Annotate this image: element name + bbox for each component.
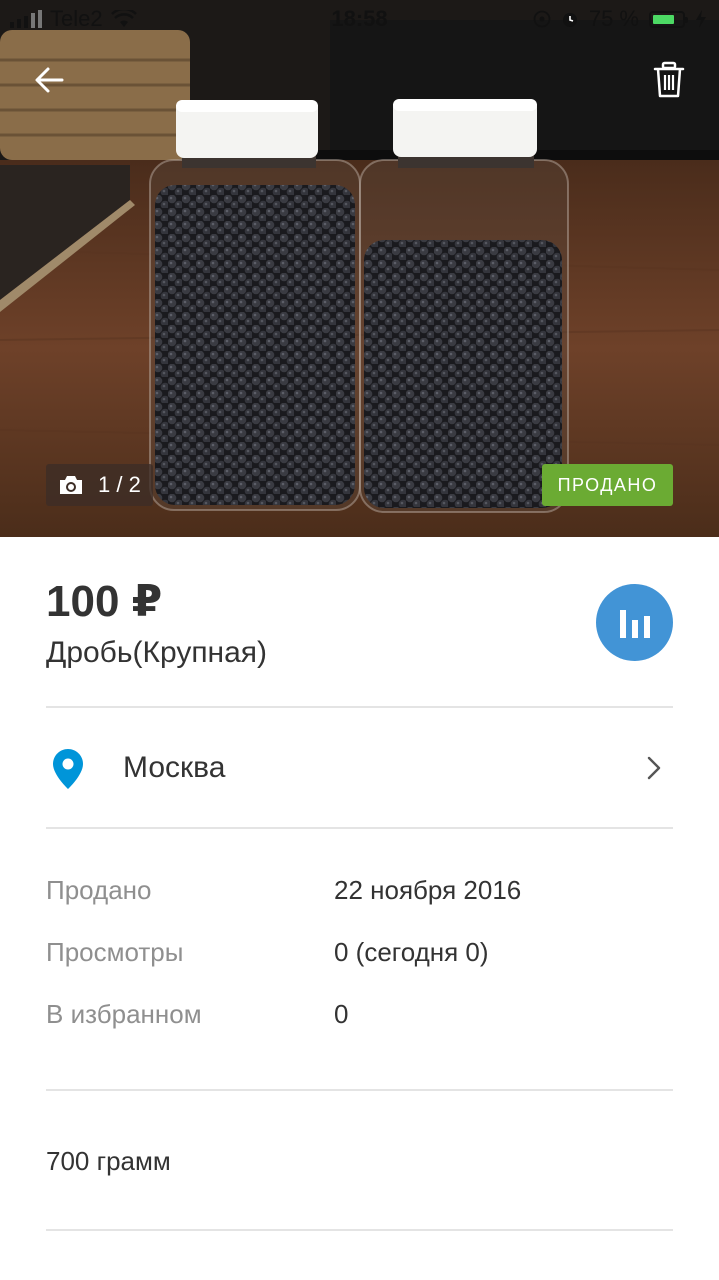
divider [46, 706, 673, 708]
charging-icon [696, 10, 706, 28]
stats-button[interactable] [596, 584, 673, 661]
bar-chart-icon [619, 609, 650, 638]
battery-percent: 75 % [588, 6, 639, 31]
sold-badge: ПРОДАНО [542, 464, 673, 506]
location-city: Москва [123, 751, 226, 784]
detail-label: Просмотры [46, 937, 184, 967]
trash-icon [653, 61, 685, 98]
divider [46, 1089, 673, 1091]
alarm-icon [562, 13, 577, 27]
listing-screen: Tele2 18:58 75 % 1 / 2 ПРОДАНО 100 ₽ Дро… [0, 0, 719, 1280]
back-button[interactable] [28, 58, 72, 102]
status-right: 75 % [533, 6, 707, 32]
detail-row-favorites: В избранном 0 [46, 999, 673, 1061]
chevron-right-icon [647, 756, 661, 780]
location-arrow-icon [533, 10, 551, 28]
photo-counter: 1 / 2 [46, 464, 153, 506]
detail-row-sold: Продано 22 ноября 2016 [46, 875, 673, 937]
photo-scene [0, 0, 719, 537]
divider [46, 1229, 673, 1231]
detail-row-views: Просмотры 0 (сегодня 0) [46, 937, 673, 999]
detail-value: 0 (сегодня 0) [334, 937, 489, 967]
detail-label: В избранном [46, 999, 202, 1029]
camera-icon [60, 476, 82, 494]
arrow-left-icon [35, 67, 64, 93]
delete-button[interactable] [648, 58, 690, 102]
listing-photo[interactable]: Tele2 18:58 75 % 1 / 2 ПРОДАНО [0, 0, 719, 537]
location-row[interactable]: Москва [46, 710, 673, 826]
listing-description: 700 грамм [46, 1146, 171, 1176]
status-bar: Tele2 18:58 75 % [0, 0, 719, 40]
divider [46, 827, 673, 829]
detail-value: 0 [334, 999, 349, 1029]
detail-label: Продано [46, 875, 152, 905]
map-pin-icon [53, 749, 83, 789]
listing-price: 100 ₽ [46, 577, 163, 626]
detail-value: 22 ноября 2016 [334, 875, 522, 905]
details-list: Продано 22 ноября 2016 Просмотры 0 (сего… [46, 875, 673, 1061]
battery-icon [649, 10, 688, 28]
listing-title: Дробь(Крупная) [46, 636, 268, 669]
photo-counter-text: 1 / 2 [98, 472, 141, 497]
